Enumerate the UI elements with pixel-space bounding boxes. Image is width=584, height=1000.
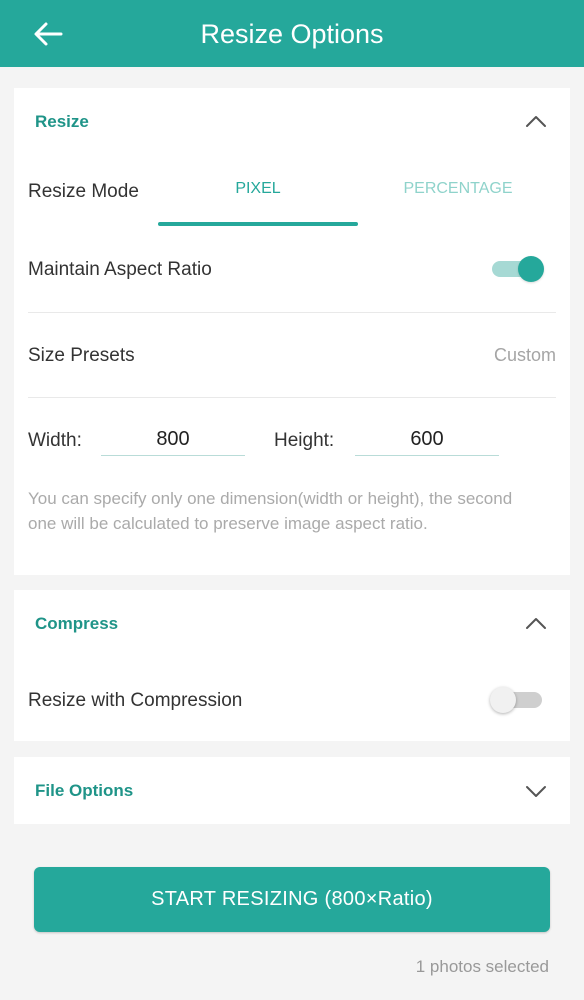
width-field[interactable] [101, 424, 245, 456]
tab-pixel[interactable]: PIXEL [158, 180, 358, 198]
file-options-card[interactable]: File Options [14, 757, 570, 824]
toggle-thumb [518, 256, 544, 282]
compression-toggle[interactable] [490, 684, 546, 714]
resize-section-title: Resize [35, 112, 89, 131]
compress-section-header[interactable]: Compress [14, 590, 570, 660]
size-presets-value[interactable]: Custom [494, 345, 556, 366]
chevron-down-icon[interactable] [524, 779, 548, 803]
divider [28, 312, 556, 313]
tab-percentage[interactable]: PERCENTAGE [358, 180, 558, 198]
height-label: Height: [274, 430, 335, 451]
compression-label: Resize with Compression [28, 690, 243, 711]
page-title: Resize Options [200, 19, 384, 49]
tab-indicator [158, 222, 358, 226]
tab-percentage-label: PERCENTAGE [403, 180, 513, 197]
resize-mode-label: Resize Mode [28, 181, 139, 202]
divider [28, 397, 556, 398]
height-field[interactable] [355, 424, 499, 456]
photos-selected-status: 1 photos selected [415, 957, 549, 976]
dimension-hint: You can specify only one dimension(width… [28, 489, 513, 533]
tab-pixel-label: PIXEL [235, 180, 281, 197]
compress-card: Compress Resize with Compression [14, 590, 570, 741]
resize-card: Resize Resize Mode PIXEL PERCENTAGE Main… [14, 88, 570, 575]
resize-section-header[interactable]: Resize [14, 88, 570, 158]
file-options-section-header[interactable]: File Options [14, 757, 570, 824]
aspect-ratio-toggle[interactable] [490, 253, 546, 283]
start-resizing-button[interactable]: START RESIZING (800×Ratio) [34, 867, 550, 932]
aspect-ratio-label: Maintain Aspect Ratio [28, 259, 212, 280]
width-label: Width: [28, 430, 82, 451]
chevron-up-icon[interactable] [524, 612, 548, 636]
file-options-section-title: File Options [35, 781, 134, 800]
app-bar: Resize Options [0, 0, 584, 67]
chevron-up-icon[interactable] [524, 110, 548, 134]
size-presets-label: Size Presets [28, 345, 135, 366]
toggle-thumb [490, 687, 516, 713]
compress-section-title: Compress [35, 614, 119, 633]
